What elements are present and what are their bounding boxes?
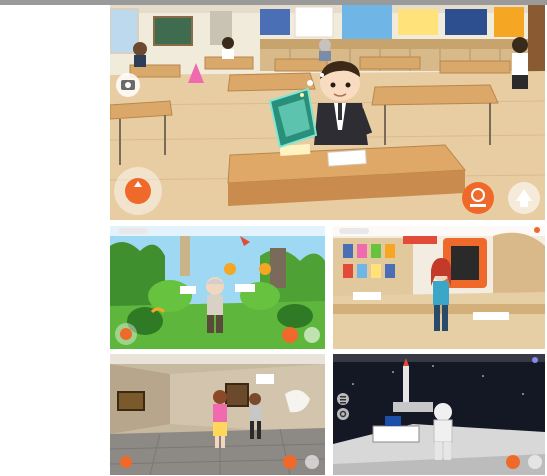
virtual-gallery-scene[interactable] bbox=[110, 354, 325, 475]
poster-4 bbox=[398, 9, 438, 35]
forest-joystick[interactable] bbox=[115, 323, 137, 345]
library-sign-1 bbox=[353, 292, 381, 300]
space-top-bar bbox=[333, 354, 545, 362]
gallery-joystick[interactable] bbox=[120, 456, 132, 468]
classroom-scene bbox=[110, 5, 545, 220]
forest-jump-button[interactable] bbox=[304, 327, 320, 343]
painting-2 bbox=[225, 383, 249, 407]
joystick[interactable] bbox=[114, 167, 162, 215]
gallery-jump-button[interactable] bbox=[305, 455, 319, 469]
poster-3 bbox=[342, 5, 392, 39]
desk-back-4 bbox=[359, 56, 421, 70]
space-menu-button[interactable] bbox=[337, 393, 349, 405]
menu-icon bbox=[340, 396, 346, 398]
space-jump-button[interactable] bbox=[528, 455, 542, 469]
library-banner bbox=[403, 236, 437, 244]
virtual-space-scene[interactable] bbox=[333, 354, 545, 475]
poster-2 bbox=[294, 6, 334, 38]
gallery-sign bbox=[256, 374, 274, 384]
poster-1 bbox=[260, 9, 290, 35]
desk-mid-1 bbox=[227, 72, 316, 92]
gallery-scene bbox=[110, 354, 325, 475]
student-back-4 bbox=[512, 37, 528, 89]
space-settings-button[interactable] bbox=[337, 408, 349, 420]
jump-button[interactable] bbox=[508, 182, 540, 214]
virtual-forest-scene[interactable] bbox=[110, 226, 325, 349]
space-screen bbox=[385, 416, 401, 426]
virtual-library-scene[interactable] bbox=[333, 226, 545, 349]
notebook-on-desk bbox=[327, 149, 367, 167]
chalkboard-small bbox=[153, 16, 193, 46]
space-console bbox=[372, 425, 420, 443]
gallery-top-bar bbox=[110, 354, 325, 364]
gallery-action-button[interactable] bbox=[283, 455, 297, 469]
camera-button[interactable] bbox=[116, 73, 140, 97]
poster-5 bbox=[445, 9, 487, 35]
virtual-classroom-main[interactable] bbox=[110, 5, 545, 220]
forest-sign-2 bbox=[235, 284, 255, 292]
poster-6 bbox=[494, 7, 524, 37]
action-button[interactable] bbox=[462, 182, 494, 214]
space-action-button[interactable] bbox=[506, 455, 520, 469]
forest-sign bbox=[180, 286, 196, 294]
desk-mid-2 bbox=[371, 84, 499, 106]
rocket bbox=[403, 366, 409, 406]
desk-back-5 bbox=[439, 60, 511, 74]
space-scene bbox=[333, 354, 545, 475]
bulletin-strip bbox=[260, 39, 530, 49]
painting-1 bbox=[117, 391, 145, 411]
library-scene bbox=[333, 226, 545, 349]
forest-rock bbox=[270, 248, 286, 288]
launch-platform bbox=[393, 402, 433, 412]
forest-tower bbox=[180, 236, 190, 276]
forest-status-pill bbox=[118, 228, 148, 234]
forest-action-button[interactable] bbox=[282, 327, 298, 343]
library-sign-2 bbox=[473, 312, 509, 320]
forest-scene bbox=[110, 226, 325, 349]
